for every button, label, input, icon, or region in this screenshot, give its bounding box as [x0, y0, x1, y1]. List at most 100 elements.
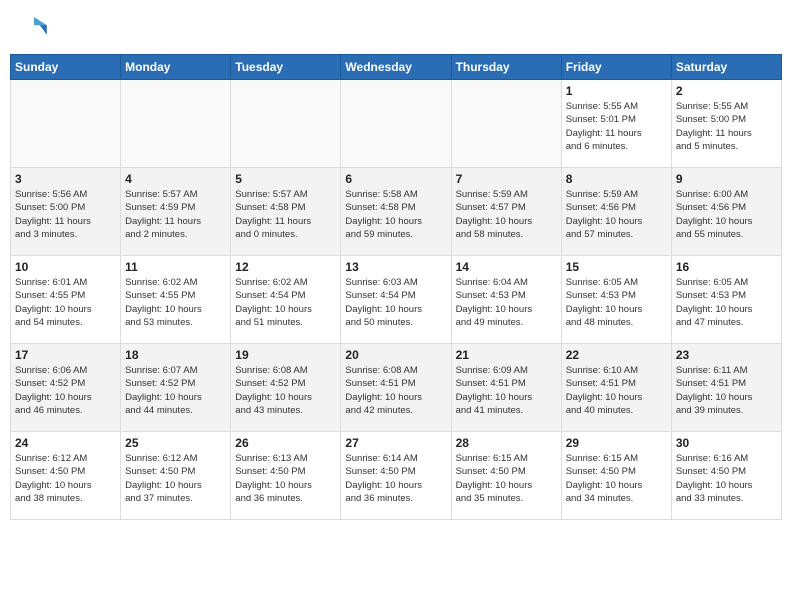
cal-cell: 18 Sunrise: 6:07 AM Sunset: 4:52 PM Dayli…: [121, 344, 231, 432]
day-number: 28: [456, 436, 557, 450]
day-number: 13: [345, 260, 446, 274]
cal-cell: 16 Sunrise: 6:05 AM Sunset: 4:53 PM Dayli…: [671, 256, 781, 344]
day-header-thursday: Thursday: [451, 55, 561, 80]
day-number: 3: [15, 172, 116, 186]
day-number: 16: [676, 260, 777, 274]
cal-cell: 1 Sunrise: 5:55 AM Sunset: 5:01 PM Daylig…: [561, 80, 671, 168]
header: [0, 0, 792, 54]
header-row: SundayMondayTuesdayWednesdayThursdayFrid…: [11, 55, 782, 80]
cell-info: Sunrise: 5:57 AM Sunset: 4:58 PM Dayligh…: [235, 188, 336, 241]
cell-info: Sunrise: 6:02 AM Sunset: 4:55 PM Dayligh…: [125, 276, 226, 329]
cal-cell: [341, 80, 451, 168]
cell-info: Sunrise: 6:12 AM Sunset: 4:50 PM Dayligh…: [125, 452, 226, 505]
cal-cell: 26 Sunrise: 6:13 AM Sunset: 4:50 PM Dayli…: [231, 432, 341, 520]
day-number: 19: [235, 348, 336, 362]
day-number: 27: [345, 436, 446, 450]
cell-info: Sunrise: 6:05 AM Sunset: 4:53 PM Dayligh…: [676, 276, 777, 329]
cell-info: Sunrise: 6:02 AM Sunset: 4:54 PM Dayligh…: [235, 276, 336, 329]
cell-info: Sunrise: 6:16 AM Sunset: 4:50 PM Dayligh…: [676, 452, 777, 505]
cal-cell: 29 Sunrise: 6:15 AM Sunset: 4:50 PM Dayli…: [561, 432, 671, 520]
cal-cell: 28 Sunrise: 6:15 AM Sunset: 4:50 PM Dayli…: [451, 432, 561, 520]
day-number: 14: [456, 260, 557, 274]
cal-cell: 17Sunrise: 6:06 AM Sunset: 4:52 PM Dayli…: [11, 344, 121, 432]
cell-info: Sunrise: 6:10 AM Sunset: 4:51 PM Dayligh…: [566, 364, 667, 417]
cell-info: Sunrise: 6:08 AM Sunset: 4:51 PM Dayligh…: [345, 364, 446, 417]
calendar-table: SundayMondayTuesdayWednesdayThursdayFrid…: [10, 54, 782, 520]
cal-cell: 11 Sunrise: 6:02 AM Sunset: 4:55 PM Dayli…: [121, 256, 231, 344]
cal-cell: 13 Sunrise: 6:03 AM Sunset: 4:54 PM Dayli…: [341, 256, 451, 344]
day-number: 5: [235, 172, 336, 186]
day-number: 29: [566, 436, 667, 450]
day-number: 17: [15, 348, 116, 362]
day-number: 7: [456, 172, 557, 186]
calendar-week-3: 10 Sunrise: 6:01 AM Sunset: 4:55 PM Dayli…: [11, 256, 782, 344]
cell-info: Sunrise: 6:13 AM Sunset: 4:50 PM Dayligh…: [235, 452, 336, 505]
cell-info: Sunrise: 6:12 AM Sunset: 4:50 PM Dayligh…: [15, 452, 116, 505]
day-number: 15: [566, 260, 667, 274]
day-header-tuesday: Tuesday: [231, 55, 341, 80]
cell-info: Sunrise: 6:00 AM Sunset: 4:56 PM Dayligh…: [676, 188, 777, 241]
day-number: 22: [566, 348, 667, 362]
cal-cell: 23 Sunrise: 6:11 AM Sunset: 4:51 PM Dayli…: [671, 344, 781, 432]
cal-cell: 30 Sunrise: 6:16 AM Sunset: 4:50 PM Dayli…: [671, 432, 781, 520]
cell-info: Sunrise: 6:05 AM Sunset: 4:53 PM Dayligh…: [566, 276, 667, 329]
day-number: 9: [676, 172, 777, 186]
calendar: SundayMondayTuesdayWednesdayThursdayFrid…: [0, 54, 792, 612]
cell-info: Sunrise: 6:15 AM Sunset: 4:50 PM Dayligh…: [456, 452, 557, 505]
logo: [18, 14, 54, 46]
day-number: 21: [456, 348, 557, 362]
cal-cell: 24Sunrise: 6:12 AM Sunset: 4:50 PM Dayli…: [11, 432, 121, 520]
cell-info: Sunrise: 6:01 AM Sunset: 4:55 PM Dayligh…: [15, 276, 116, 329]
cell-info: Sunrise: 6:15 AM Sunset: 4:50 PM Dayligh…: [566, 452, 667, 505]
cal-cell: [11, 80, 121, 168]
day-number: 10: [15, 260, 116, 274]
logo-icon: [18, 14, 50, 46]
cell-info: Sunrise: 6:14 AM Sunset: 4:50 PM Dayligh…: [345, 452, 446, 505]
day-number: 2: [676, 84, 777, 98]
cal-cell: 19 Sunrise: 6:08 AM Sunset: 4:52 PM Dayli…: [231, 344, 341, 432]
cal-cell: 7 Sunrise: 5:59 AM Sunset: 4:57 PM Daylig…: [451, 168, 561, 256]
cal-cell: 27 Sunrise: 6:14 AM Sunset: 4:50 PM Dayli…: [341, 432, 451, 520]
cal-cell: [231, 80, 341, 168]
calendar-week-1: 1 Sunrise: 5:55 AM Sunset: 5:01 PM Daylig…: [11, 80, 782, 168]
cal-cell: 4 Sunrise: 5:57 AM Sunset: 4:59 PM Daylig…: [121, 168, 231, 256]
cell-info: Sunrise: 6:11 AM Sunset: 4:51 PM Dayligh…: [676, 364, 777, 417]
day-number: 26: [235, 436, 336, 450]
day-number: 18: [125, 348, 226, 362]
cal-cell: 6 Sunrise: 5:58 AM Sunset: 4:58 PM Daylig…: [341, 168, 451, 256]
day-number: 8: [566, 172, 667, 186]
day-number: 6: [345, 172, 446, 186]
cell-info: Sunrise: 5:59 AM Sunset: 4:57 PM Dayligh…: [456, 188, 557, 241]
day-header-saturday: Saturday: [671, 55, 781, 80]
calendar-week-2: 3 Sunrise: 5:56 AM Sunset: 5:00 PM Daylig…: [11, 168, 782, 256]
day-number: 11: [125, 260, 226, 274]
day-number: 30: [676, 436, 777, 450]
cal-cell: [451, 80, 561, 168]
cell-info: Sunrise: 6:09 AM Sunset: 4:51 PM Dayligh…: [456, 364, 557, 417]
cell-info: Sunrise: 5:58 AM Sunset: 4:58 PM Dayligh…: [345, 188, 446, 241]
day-number: 25: [125, 436, 226, 450]
cal-cell: 2Sunrise: 5:55 AM Sunset: 5:00 PM Daylig…: [671, 80, 781, 168]
cell-info: Sunrise: 6:03 AM Sunset: 4:54 PM Dayligh…: [345, 276, 446, 329]
cal-cell: 14 Sunrise: 6:04 AM Sunset: 4:53 PM Dayli…: [451, 256, 561, 344]
cell-info: Sunrise: 5:56 AM Sunset: 5:00 PM Dayligh…: [15, 188, 116, 241]
calendar-week-4: 17Sunrise: 6:06 AM Sunset: 4:52 PM Dayli…: [11, 344, 782, 432]
cell-info: Sunrise: 6:07 AM Sunset: 4:52 PM Dayligh…: [125, 364, 226, 417]
cell-info: Sunrise: 6:04 AM Sunset: 4:53 PM Dayligh…: [456, 276, 557, 329]
cal-cell: 8Sunrise: 5:59 AM Sunset: 4:56 PM Daylig…: [561, 168, 671, 256]
cell-info: Sunrise: 5:55 AM Sunset: 5:01 PM Dayligh…: [566, 100, 667, 153]
cal-cell: 5 Sunrise: 5:57 AM Sunset: 4:58 PM Daylig…: [231, 168, 341, 256]
cal-cell: 21 Sunrise: 6:09 AM Sunset: 4:51 PM Dayli…: [451, 344, 561, 432]
cal-cell: 22 Sunrise: 6:10 AM Sunset: 4:51 PM Dayli…: [561, 344, 671, 432]
day-number: 1: [566, 84, 667, 98]
page: SundayMondayTuesdayWednesdayThursdayFrid…: [0, 0, 792, 612]
day-number: 12: [235, 260, 336, 274]
day-number: 4: [125, 172, 226, 186]
day-number: 23: [676, 348, 777, 362]
cal-cell: 12 Sunrise: 6:02 AM Sunset: 4:54 PM Dayli…: [231, 256, 341, 344]
cell-info: Sunrise: 5:57 AM Sunset: 4:59 PM Dayligh…: [125, 188, 226, 241]
cal-cell: 3 Sunrise: 5:56 AM Sunset: 5:00 PM Daylig…: [11, 168, 121, 256]
cal-cell: 9 Sunrise: 6:00 AM Sunset: 4:56 PM Daylig…: [671, 168, 781, 256]
cell-info: Sunrise: 6:08 AM Sunset: 4:52 PM Dayligh…: [235, 364, 336, 417]
cal-cell: [121, 80, 231, 168]
